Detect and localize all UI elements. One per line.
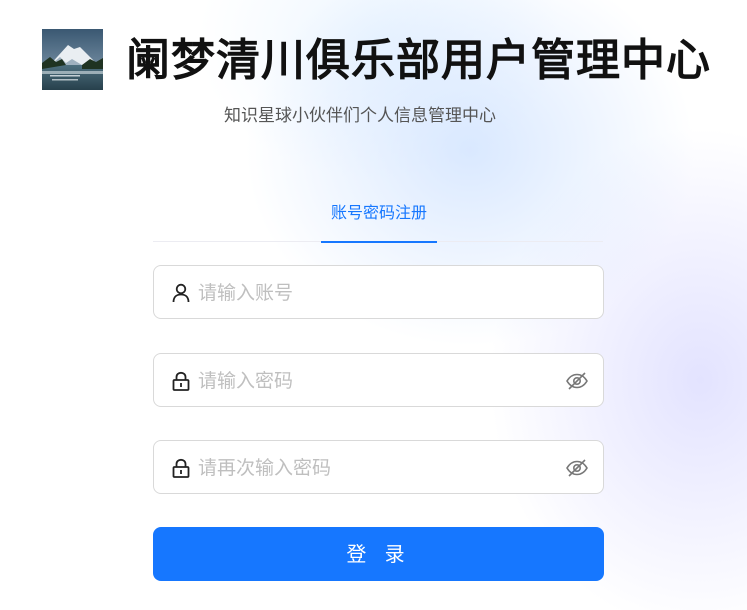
user-icon	[172, 283, 190, 303]
active-tab-indicator	[321, 241, 437, 243]
password-field[interactable]	[153, 353, 604, 407]
page-title: 阑梦清川俱乐部用户管理中心	[126, 35, 711, 86]
logo	[42, 29, 103, 90]
eye-slash-icon[interactable]	[565, 369, 589, 393]
confirm-password-input[interactable]	[198, 453, 558, 483]
tab-label: 账号密码注册	[330, 203, 427, 222]
account-input[interactable]	[198, 278, 558, 308]
lock-icon	[172, 371, 190, 391]
login-button[interactable]: 登 录	[153, 527, 604, 581]
mountain-lake-logo-icon	[42, 29, 103, 90]
confirm-password-field[interactable]	[153, 440, 604, 494]
tab-account-password-register[interactable]: 账号密码注册	[321, 196, 437, 243]
account-field[interactable]	[153, 265, 604, 319]
page-subtitle: 知识星球小伙伴们个人信息管理中心	[224, 106, 496, 126]
tab-bar: 账号密码注册	[153, 196, 603, 243]
password-input[interactable]	[198, 366, 558, 396]
lock-icon	[172, 458, 190, 478]
eye-slash-icon[interactable]	[565, 456, 589, 480]
